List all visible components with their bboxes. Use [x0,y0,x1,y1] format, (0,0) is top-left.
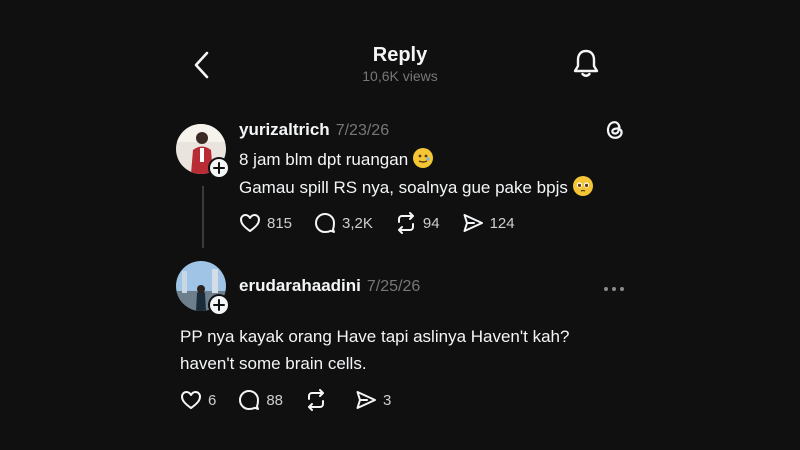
repost-button[interactable]: 94 [395,212,440,234]
reply-author-row: erudarahaadini 7/25/26 [239,276,420,296]
follow-button[interactable] [208,294,230,316]
like-count: 6 [208,391,217,409]
reply-username[interactable]: erudarahaadini [239,276,361,295]
repost-icon [308,389,325,411]
reply-text-line-1: PP nya kayak orang Have tapi aslinya Hav… [180,327,570,346]
repost-button[interactable] [305,389,333,411]
send-icon [356,391,377,409]
threads-logo-icon [606,121,623,139]
like-button[interactable]: 815 [239,212,292,234]
thread-line [202,186,204,248]
plus-icon [213,162,225,174]
share-button[interactable]: 3 [355,389,391,411]
like-button[interactable]: 6 [180,389,216,411]
comment-button[interactable]: 3,2K [314,212,373,234]
reply-date: 7/25/26 [366,278,421,295]
reply-actions: 6 88 3 [180,389,413,411]
share-count: 124 [489,214,515,232]
follow-button[interactable] [208,157,230,179]
comment-icon [239,390,260,410]
page-title: Reply [372,44,428,66]
tear-smile-emoji-icon [412,148,433,168]
threads-badge[interactable] [604,119,626,146]
like-count: 815 [267,214,293,232]
repost-count: 94 [422,214,440,232]
reply-text-line-2: haven't some brain cells. [180,354,367,373]
post-actions: 815 3,2K 94 124 [239,212,537,234]
post-text-line-1: 8 jam blm dpt ruangan [239,146,433,174]
comment-button[interactable]: 88 [238,389,283,411]
pleading-face-emoji-icon [572,176,593,196]
repost-icon [397,212,414,234]
comment-icon [315,213,336,233]
send-icon [463,214,483,232]
post-date: 7/23/26 [335,122,390,139]
plus-icon [213,299,225,311]
more-options-button[interactable] [603,280,625,291]
share-count: 3 [383,391,392,409]
more-horizontal-icon [604,287,624,291]
share-button[interactable]: 124 [462,212,515,234]
post-text-line-2: Gamau spill RS nya, soalnya gue pake bpj… [239,174,593,202]
post-author-row: yurizaltrich 7/23/26 [239,120,389,140]
post-username[interactable]: yurizaltrich [239,120,330,139]
heart-icon [240,214,260,232]
bell-icon [573,49,599,77]
comment-count: 3,2K [342,214,373,232]
heart-icon [181,391,201,409]
notifications-button[interactable] [571,47,601,79]
comment-count: 88 [266,391,284,409]
view-count: 10,6K views [362,68,438,84]
